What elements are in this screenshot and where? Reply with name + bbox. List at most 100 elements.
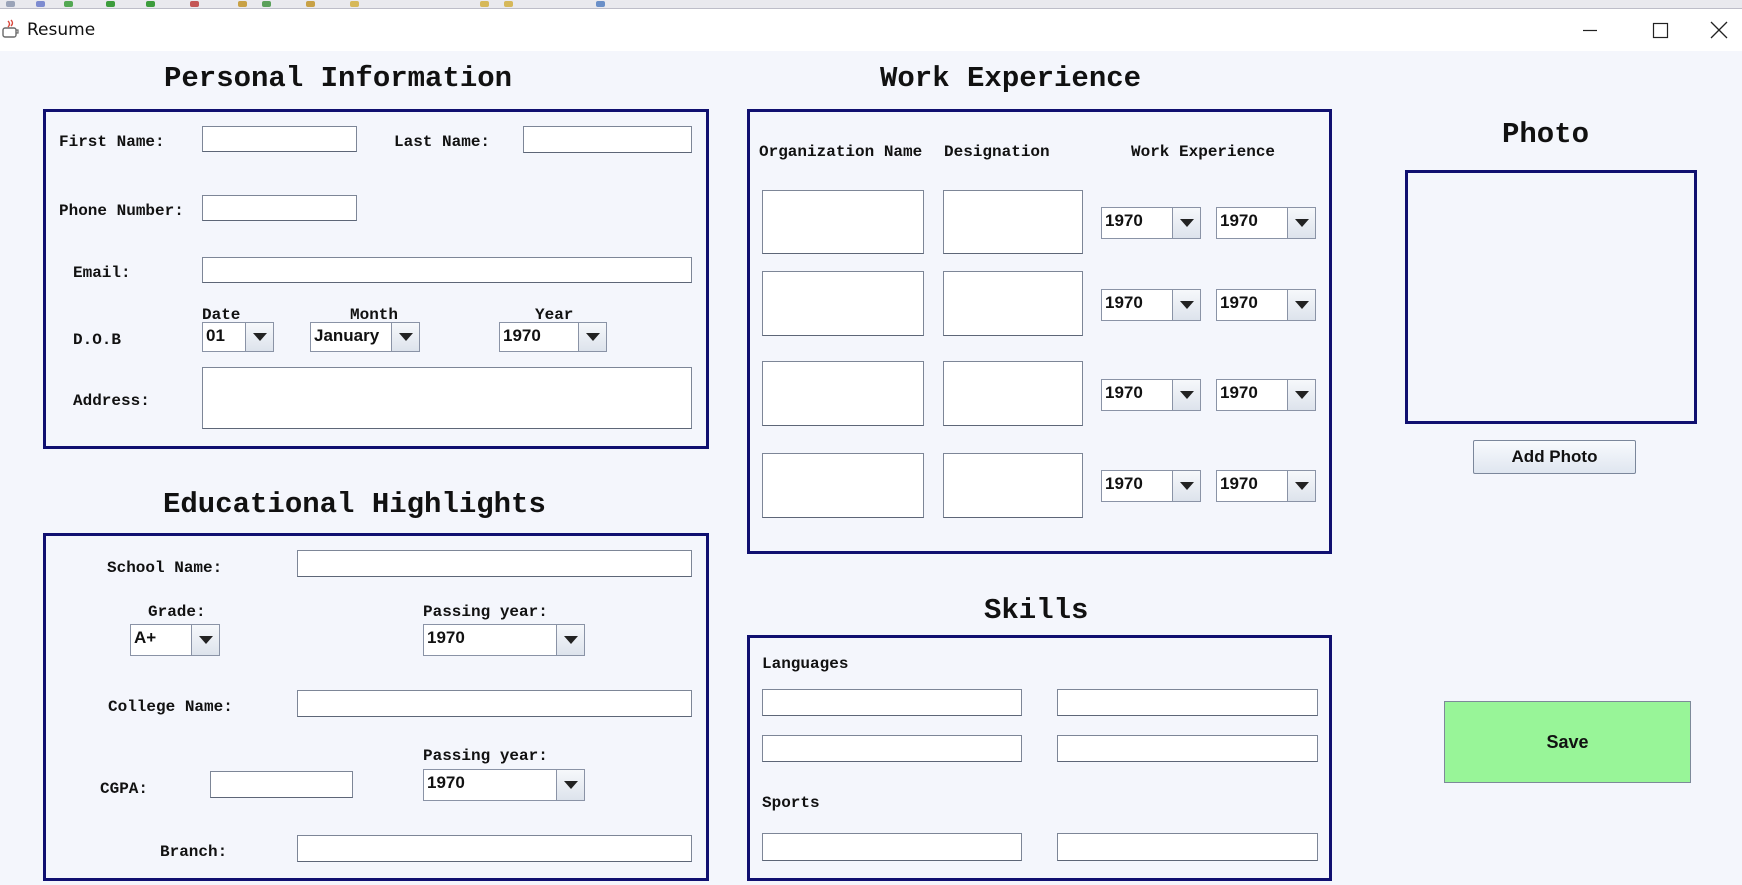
- language-field-2[interactable]: [1057, 689, 1318, 716]
- toolbar-icon[interactable]: [190, 1, 199, 7]
- experience-from-select-4[interactable]: 1970: [1101, 470, 1201, 502]
- cgpa-field[interactable]: [210, 771, 353, 798]
- dob-month-select[interactable]: January: [310, 322, 420, 352]
- phone-field[interactable]: [202, 195, 357, 221]
- chevron-down-icon[interactable]: [1287, 290, 1315, 320]
- save-button[interactable]: Save: [1444, 701, 1691, 783]
- designation-field-3[interactable]: [943, 361, 1083, 426]
- experience-to-value: 1970: [1220, 211, 1258, 230]
- toolbar-icon[interactable]: [480, 1, 489, 7]
- languages-label: Languages: [762, 655, 849, 673]
- toolbar-icon[interactable]: [106, 1, 115, 7]
- school-name-field[interactable]: [297, 550, 692, 577]
- toolbar-icon[interactable]: [238, 1, 247, 7]
- address-label: Address:: [73, 392, 150, 410]
- designation-field-2[interactable]: [943, 271, 1083, 336]
- branch-label: Branch:: [160, 843, 228, 861]
- toolbar-icon[interactable]: [596, 1, 605, 7]
- sports-field-2[interactable]: [1057, 833, 1318, 861]
- organization-column-header: Organization Name: [759, 143, 923, 161]
- school-passing-year-label: Passing year:: [423, 603, 548, 621]
- cgpa-label: CGPA:: [100, 780, 149, 798]
- last-name-field[interactable]: [523, 126, 692, 153]
- designation-field-4[interactable]: [943, 453, 1083, 518]
- chevron-down-icon[interactable]: [191, 625, 219, 655]
- experience-to-select-1[interactable]: 1970: [1216, 207, 1316, 239]
- education-heading: Educational Highlights: [163, 488, 546, 521]
- chevron-down-icon[interactable]: [1287, 471, 1315, 501]
- organization-field-1[interactable]: [762, 190, 924, 254]
- chevron-down-icon[interactable]: [1172, 208, 1200, 238]
- personal-info-heading: Personal Information: [164, 62, 513, 95]
- experience-to-select-4[interactable]: 1970: [1216, 470, 1316, 502]
- language-field-1[interactable]: [762, 689, 1022, 716]
- experience-from-select-2[interactable]: 1970: [1101, 289, 1201, 321]
- dob-year-select[interactable]: 1970: [499, 322, 607, 352]
- dob-date-select[interactable]: 01: [202, 322, 274, 352]
- window-title: Resume: [27, 20, 96, 40]
- organization-field-3[interactable]: [762, 361, 924, 426]
- photo-heading: Photo: [1502, 118, 1590, 151]
- first-name-field[interactable]: [202, 126, 357, 152]
- experience-from-value: 1970: [1105, 383, 1143, 402]
- toolbar-icon[interactable]: [504, 1, 513, 7]
- photo-preview-box: [1405, 170, 1697, 424]
- experience-to-value: 1970: [1220, 474, 1258, 493]
- sports-label: Sports: [762, 794, 820, 812]
- phone-label: Phone Number:: [59, 202, 184, 220]
- chevron-down-icon[interactable]: [391, 323, 419, 351]
- experience-to-select-3[interactable]: 1970: [1216, 379, 1316, 411]
- skills-heading: Skills: [984, 594, 1089, 627]
- dob-month-value: January: [314, 326, 380, 345]
- school-passing-year-select[interactable]: 1970: [423, 624, 585, 656]
- experience-to-select-2[interactable]: 1970: [1216, 289, 1316, 321]
- college-passing-year-label: Passing year:: [423, 747, 548, 765]
- experience-from-value: 1970: [1105, 293, 1143, 312]
- experience-column-header: Work Experience: [1131, 143, 1276, 161]
- toolbar-icon[interactable]: [36, 1, 45, 7]
- ide-toolbar-strip: [0, 0, 1742, 9]
- chevron-down-icon[interactable]: [556, 770, 584, 800]
- experience-from-select-1[interactable]: 1970: [1101, 207, 1201, 239]
- chevron-down-icon[interactable]: [1172, 290, 1200, 320]
- school-passing-year-value: 1970: [427, 628, 465, 647]
- email-field[interactable]: [202, 257, 692, 283]
- dob-date-value: 01: [206, 326, 225, 345]
- minimize-icon[interactable]: [1567, 14, 1613, 46]
- school-name-label: School Name:: [107, 559, 223, 577]
- toolbar-icon[interactable]: [306, 1, 315, 7]
- language-field-3[interactable]: [762, 735, 1022, 762]
- chevron-down-icon[interactable]: [245, 323, 273, 351]
- designation-field-1[interactable]: [943, 190, 1083, 254]
- language-field-4[interactable]: [1057, 735, 1318, 762]
- grade-value: A+: [134, 628, 157, 647]
- toolbar-icon[interactable]: [262, 1, 271, 7]
- organization-field-2[interactable]: [762, 271, 924, 336]
- chevron-down-icon[interactable]: [1287, 380, 1315, 410]
- experience-to-value: 1970: [1220, 293, 1258, 312]
- chevron-down-icon[interactable]: [1287, 208, 1315, 238]
- address-field[interactable]: [202, 367, 692, 429]
- college-name-field[interactable]: [297, 690, 692, 717]
- toolbar-icon[interactable]: [350, 1, 359, 7]
- dob-year-value: 1970: [503, 326, 541, 345]
- toolbar-icon[interactable]: [64, 1, 73, 7]
- college-passing-year-select[interactable]: 1970: [423, 769, 585, 801]
- chevron-down-icon[interactable]: [556, 625, 584, 655]
- close-icon[interactable]: [1696, 14, 1742, 46]
- branch-field[interactable]: [297, 835, 692, 862]
- experience-from-select-3[interactable]: 1970: [1101, 379, 1201, 411]
- sports-field-1[interactable]: [762, 833, 1022, 861]
- add-photo-button[interactable]: Add Photo: [1473, 440, 1636, 474]
- grade-select[interactable]: A+: [130, 624, 220, 656]
- chevron-down-icon[interactable]: [1172, 380, 1200, 410]
- maximize-icon[interactable]: [1637, 14, 1683, 46]
- chevron-down-icon[interactable]: [1172, 471, 1200, 501]
- organization-field-4[interactable]: [762, 453, 924, 518]
- toolbar-icon[interactable]: [6, 1, 15, 7]
- chevron-down-icon[interactable]: [578, 323, 606, 351]
- college-name-label: College Name:: [108, 698, 233, 716]
- email-label: Email:: [73, 264, 131, 282]
- toolbar-icon[interactable]: [146, 1, 155, 7]
- work-experience-heading: Work Experience: [880, 62, 1142, 95]
